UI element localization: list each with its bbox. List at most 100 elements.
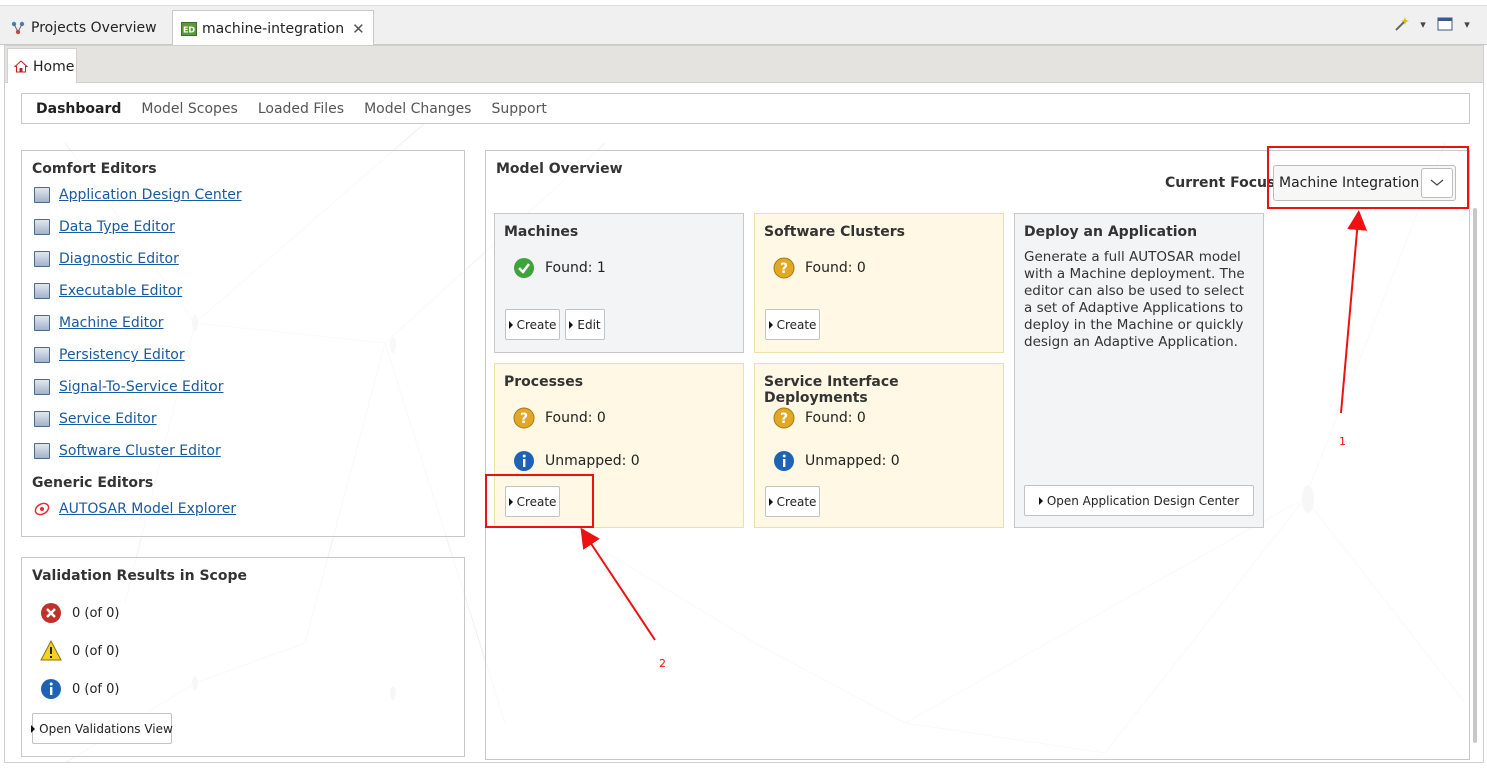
editor-link-persistency[interactable]: Persistency Editor [34, 347, 185, 363]
button-label: Open Validations View [39, 721, 173, 736]
editor-link-text[interactable]: Signal-To-Service Editor [59, 379, 223, 395]
editor-tab-bar: Projects Overview ED machine-integration… [0, 5, 1487, 47]
clusters-create-button[interactable]: Create [765, 309, 820, 340]
error-icon [41, 603, 61, 623]
editor-link-text[interactable]: Software Cluster Editor [59, 443, 221, 459]
chevron-down-icon[interactable]: ▾ [1415, 16, 1431, 32]
warning-icon [40, 640, 62, 661]
editor-link-diagnostic[interactable]: Diagnostic Editor [34, 251, 179, 267]
home-tab-label: Home [33, 58, 75, 75]
button-label: Create [776, 317, 817, 332]
chevron-down-icon[interactable]: ▾ [1459, 16, 1475, 32]
editor-link-text[interactable]: Service Editor [59, 411, 157, 427]
info-icon [514, 451, 534, 471]
application-design-icon [34, 187, 50, 203]
button-label: Open Application Design Center [1046, 493, 1240, 508]
error-count: 0 (of 0) [72, 605, 120, 621]
dashboard-editor: Dashboard Model Scopes Loaded Files Mode… [4, 83, 1484, 763]
play-triangle-icon [569, 320, 574, 329]
validation-results-panel: Validation Results in Scope 0 (of 0) 0 (… [21, 557, 465, 757]
question-icon: ? [773, 257, 795, 279]
validation-warnings-row: 0 (of 0) [40, 640, 119, 662]
comfort-editors-panel: Comfort Editors Application Design Cente… [21, 150, 465, 537]
service-interface-deployments-card: Service Interface Deployments ? Found: 0… [754, 363, 1004, 528]
processes-unmapped-row: Unmapped: 0 [513, 450, 640, 472]
editor-link-text[interactable]: Executable Editor [59, 283, 182, 299]
play-triangle-icon [768, 320, 773, 329]
editor-link-executable[interactable]: Executable Editor [34, 283, 182, 299]
autosar-explorer-icon [34, 502, 50, 516]
validation-infos-row: 0 (of 0) [40, 678, 119, 700]
editor-link-text[interactable]: Machine Editor [59, 315, 164, 331]
editor-link-text[interactable]: Diagnostic Editor [59, 251, 179, 267]
machines-edit-button[interactable]: Edit [565, 309, 605, 340]
play-triangle-icon [508, 320, 513, 329]
button-label: Create [776, 494, 817, 509]
annotation-number-1: 1 [1339, 435, 1346, 448]
svg-text:?: ? [520, 411, 528, 427]
vertical-scrollbar[interactable] [1473, 208, 1477, 743]
machines-card: Machines Found: 1 Create Edit [494, 213, 744, 353]
editor-link-autosar-model-explorer[interactable]: AUTOSAR Model Explorer [34, 501, 236, 517]
nav-support[interactable]: Support [491, 101, 546, 117]
editor-link-text[interactable]: AUTOSAR Model Explorer [59, 501, 236, 517]
machines-create-button[interactable]: Create [505, 309, 560, 340]
play-triangle-icon [1038, 496, 1043, 505]
clusters-found-row: ? Found: 0 [773, 257, 866, 279]
processes-unmapped: Unmapped: 0 [545, 453, 640, 469]
machines-title: Machines [504, 224, 579, 240]
button-label: Edit [577, 317, 601, 332]
validation-title: Validation Results in Scope [32, 568, 247, 584]
open-application-design-center-button[interactable]: Open Application Design Center [1024, 485, 1254, 516]
close-icon[interactable]: ✕ [352, 20, 365, 38]
nav-model-scopes[interactable]: Model Scopes [141, 101, 237, 117]
project-tree-icon [11, 21, 25, 35]
executable-icon [34, 283, 50, 299]
editor-link-text[interactable]: Persistency Editor [59, 347, 185, 363]
sid-create-button[interactable]: Create [765, 486, 820, 517]
processes-found-row: ? Found: 0 [513, 407, 606, 429]
sid-found-row: ? Found: 0 [773, 407, 866, 429]
open-validations-view-button[interactable]: Open Validations View [31, 713, 173, 744]
model-overview-title: Model Overview [496, 161, 623, 177]
editor-link-text[interactable]: Data Type Editor [59, 219, 175, 235]
info-icon [774, 451, 794, 471]
svg-text:?: ? [780, 261, 788, 277]
software-clusters-title: Software Clusters [764, 224, 905, 240]
info-icon [41, 679, 61, 699]
svg-text:ED: ED [183, 26, 195, 35]
editor-link-software-cluster[interactable]: Software Cluster Editor [34, 443, 221, 459]
deploy-title: Deploy an Application [1024, 224, 1198, 240]
warning-count: 0 (of 0) [72, 643, 120, 659]
software-cluster-icon [34, 443, 50, 459]
maximize-view-icon[interactable] [1437, 16, 1453, 32]
info-count: 0 (of 0) [72, 681, 120, 697]
machine-icon [34, 315, 50, 331]
editor-link-service[interactable]: Service Editor [34, 411, 157, 427]
editor-link-signal-to-service[interactable]: Signal-To-Service Editor [34, 379, 223, 395]
home-icon [14, 60, 28, 73]
editor-link-machine[interactable]: Machine Editor [34, 315, 164, 331]
nav-model-changes[interactable]: Model Changes [364, 101, 471, 117]
service-icon [34, 411, 50, 427]
nav-dashboard[interactable]: Dashboard [36, 101, 121, 117]
machines-found: Found: 1 [545, 260, 606, 276]
validation-errors-row: 0 (of 0) [40, 602, 119, 624]
dashboard-nav-bar: Dashboard Model Scopes Loaded Files Mode… [21, 93, 1470, 124]
editor-link-data-type[interactable]: Data Type Editor [34, 219, 175, 235]
nav-loaded-files[interactable]: Loaded Files [258, 101, 344, 117]
generic-editors-title: Generic Editors [32, 475, 154, 491]
machines-found-row: Found: 1 [513, 257, 606, 279]
software-clusters-card: Software Clusters ? Found: 0 Create [754, 213, 1004, 353]
deploy-application-card: Deploy an Application Generate a full AU… [1014, 213, 1264, 528]
editor-link-application-design-center[interactable]: Application Design Center [34, 187, 242, 203]
magic-wand-icon[interactable] [1393, 16, 1409, 32]
tab-home[interactable]: Home [7, 48, 77, 84]
tab-machine-integration[interactable]: ED machine-integration ✕ [172, 10, 374, 47]
editor-link-text[interactable]: Application Design Center [59, 187, 242, 203]
app-root: Projects Overview ED machine-integration… [0, 0, 1487, 768]
tab-projects-overview[interactable]: Projects Overview [2, 10, 165, 46]
current-focus-label: Current Focus: [1165, 175, 1281, 191]
processes-found: Found: 0 [545, 410, 606, 426]
sid-title: Service Interface Deployments [764, 374, 899, 406]
